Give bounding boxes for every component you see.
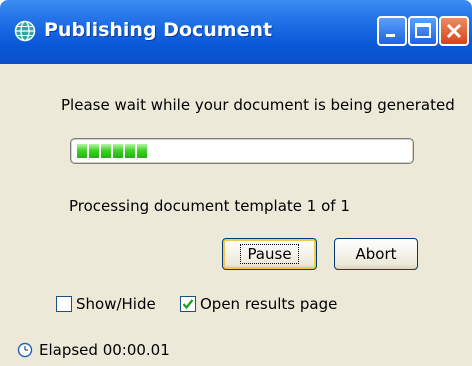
open-results-label: Open results page xyxy=(200,295,338,313)
progress-fill xyxy=(77,144,147,158)
progress-segment xyxy=(101,144,111,158)
publishing-dialog: Publishing Document Please wait while yo… xyxy=(0,0,472,366)
open-results-checkbox[interactable]: Open results page xyxy=(180,294,337,314)
title-bar[interactable]: Publishing Document xyxy=(0,0,472,64)
minimize-button[interactable] xyxy=(377,16,407,46)
progress-segment xyxy=(125,144,135,158)
minimize-icon xyxy=(386,34,395,37)
progress-segment xyxy=(89,144,99,158)
maximize-icon xyxy=(415,23,431,38)
close-icon xyxy=(446,23,462,39)
pause-button-label: Pause xyxy=(240,244,299,264)
close-button[interactable] xyxy=(439,16,469,46)
show-hide-label: Show/Hide xyxy=(76,295,156,313)
elapsed-time: Elapsed 00:00.01 xyxy=(17,340,170,360)
show-hide-checkbox[interactable]: Show/Hide xyxy=(56,294,156,314)
open-results-checkbox-box[interactable] xyxy=(180,296,196,312)
globe-icon xyxy=(14,20,36,42)
progress-bar xyxy=(70,138,414,164)
wait-message: Please wait while your document is being… xyxy=(61,96,455,114)
progress-segment xyxy=(77,144,87,158)
checkmark-icon xyxy=(182,299,194,310)
pause-button[interactable]: Pause xyxy=(222,238,317,270)
maximize-button[interactable] xyxy=(408,16,438,46)
show-hide-checkbox-box[interactable] xyxy=(56,296,72,312)
progress-segment xyxy=(113,144,123,158)
elapsed-label: Elapsed 00:00.01 xyxy=(39,341,170,359)
status-text: Processing document template 1 of 1 xyxy=(69,197,350,215)
clock-icon xyxy=(17,342,33,358)
progress-segment xyxy=(137,144,147,158)
abort-button[interactable]: Abort xyxy=(334,238,418,270)
window-title: Publishing Document xyxy=(44,19,273,41)
